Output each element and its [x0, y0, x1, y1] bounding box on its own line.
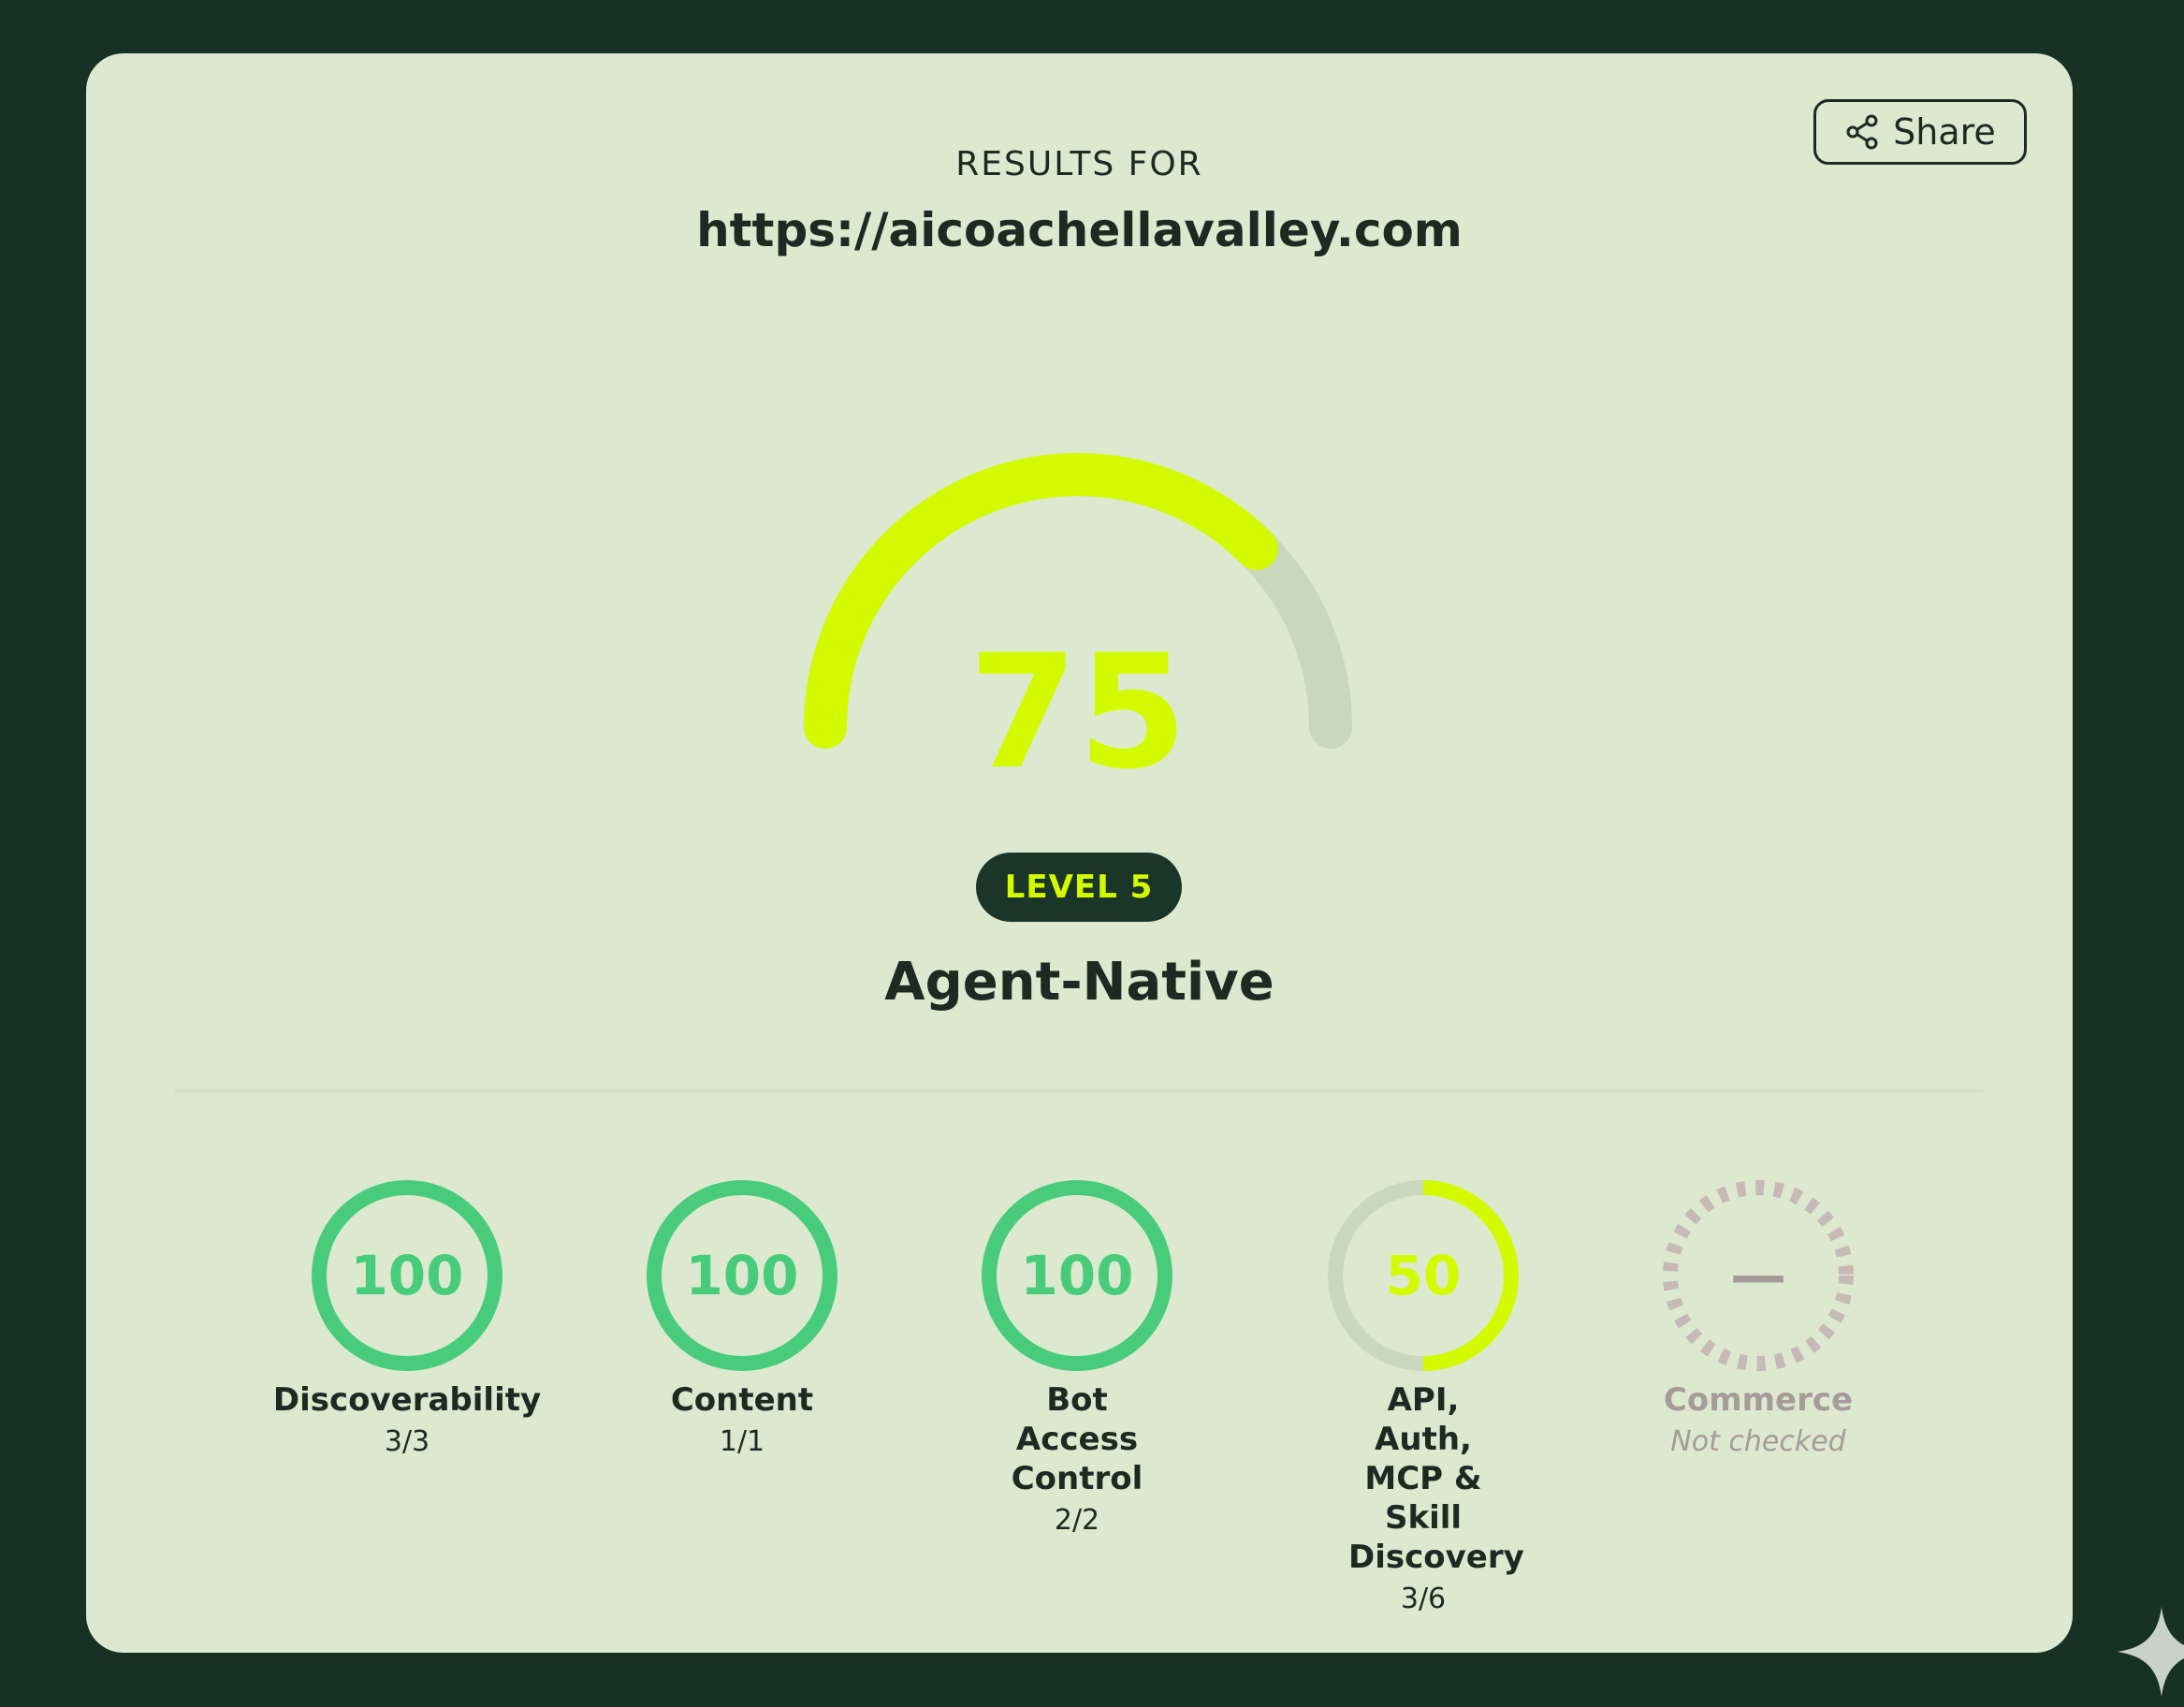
category-2: 100 Content 1/1 [602, 1176, 882, 1458]
divider [175, 1089, 1984, 1092]
category-score-value: 100 [685, 1244, 799, 1307]
results-for-label: RESULTS FOR [955, 145, 1203, 183]
category-score-ring: — [1659, 1176, 1857, 1375]
category-4: 50 API, Auth, MCP & Skill Discovery 3/6 [1283, 1176, 1564, 1615]
category-score-ring: 100 [643, 1176, 841, 1375]
category-score-value: 100 [350, 1244, 464, 1307]
category-score-ring: 50 [1324, 1176, 1522, 1375]
category-1: 100 Discoverability 3/3 [267, 1176, 547, 1458]
category-score-value: 100 [1020, 1244, 1134, 1307]
category-name: API, Auth, MCP & Skill Discovery [1348, 1381, 1524, 1576]
category-detail: 3/3 [384, 1425, 430, 1458]
category-score-ring: 100 [308, 1176, 506, 1375]
category-score-value: 50 [1385, 1244, 1462, 1307]
category-name: Bot Access Control [1011, 1381, 1143, 1497]
category-3: 100 Bot Access Control 2/2 [937, 1176, 1217, 1537]
site-url: https://aicoachellavalley.com [696, 203, 1463, 257]
category-detail: 1/1 [719, 1425, 765, 1458]
category-name: Content [670, 1381, 814, 1419]
category-score-ring: 100 [978, 1176, 1176, 1375]
overall-score-gauge: 75 [788, 372, 1368, 821]
level-badge: LEVEL 5 [976, 853, 1182, 922]
category-detail: 2/2 [1054, 1504, 1100, 1537]
category-detail: Not checked [1670, 1425, 1846, 1458]
sparkle-icon [2117, 1607, 2184, 1700]
category-name: Discoverability [272, 1381, 542, 1419]
results-card: Share RESULTS FOR https://aicoachellaval… [86, 53, 2184, 1697]
category-detail: 3/6 [1400, 1583, 1447, 1615]
category-name: Commerce [1663, 1381, 1854, 1419]
level-name: Agent-Native [884, 952, 1274, 1013]
category-score-value: — [1730, 1243, 1786, 1308]
category-5: — Commerce Not checked [1618, 1176, 1899, 1458]
overall-score-value: 75 [968, 620, 1187, 804]
